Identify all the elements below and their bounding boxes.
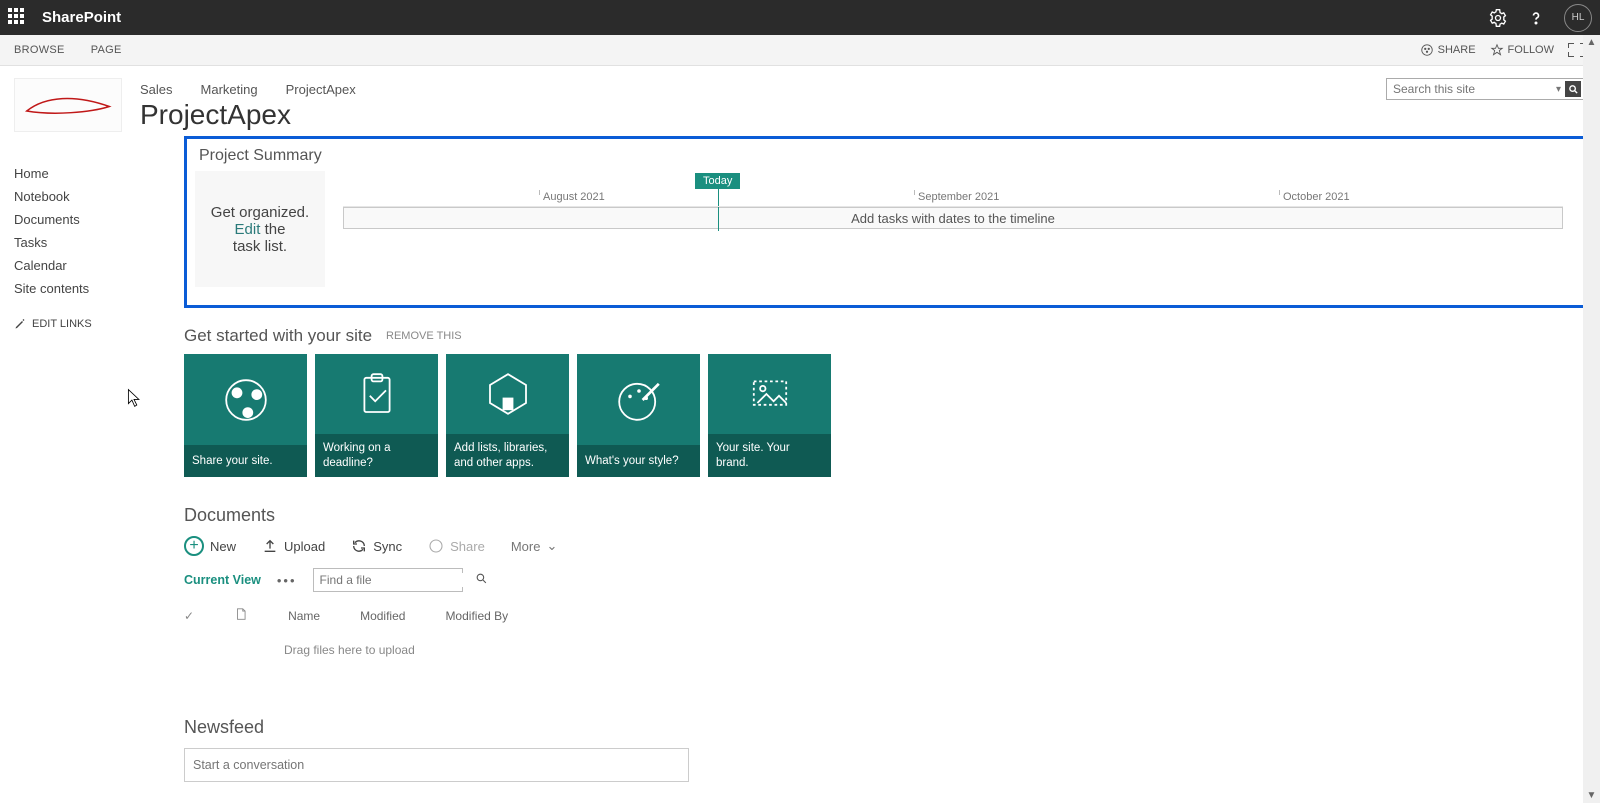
pencil-icon bbox=[14, 318, 26, 330]
plus-circle-icon: + bbox=[184, 536, 204, 556]
upload-icon bbox=[262, 538, 278, 554]
tile-brand[interactable]: Your site. Your brand. bbox=[708, 354, 831, 477]
documents-column-headers: ✓ Name Modified Modified By bbox=[184, 606, 1586, 625]
leftnav-tasks[interactable]: Tasks bbox=[14, 231, 164, 254]
get-started-tiles: Share your site. Working on a deadline? … bbox=[184, 354, 1586, 477]
tile-add-apps[interactable]: Add lists, libraries, and other apps. bbox=[446, 354, 569, 477]
timeline[interactable]: Today August 2021 September 2021 October… bbox=[343, 171, 1563, 287]
tile-deadline[interactable]: Working on a deadline? bbox=[315, 354, 438, 477]
timeline-add-tasks-bar[interactable]: Add tasks with dates to the timeline bbox=[343, 207, 1563, 229]
today-marker: Today bbox=[695, 173, 740, 189]
newsfeed-compose-box[interactable] bbox=[184, 748, 689, 782]
topnav-item-projectapex[interactable]: ProjectApex bbox=[286, 82, 356, 97]
newsfeed-title: Newsfeed bbox=[184, 717, 1586, 738]
month-aug: August 2021 bbox=[543, 191, 605, 203]
remove-get-started-link[interactable]: REMOVE THIS bbox=[386, 330, 462, 342]
site-logo[interactable] bbox=[14, 78, 122, 132]
topnav-item-sales[interactable]: Sales bbox=[140, 82, 173, 97]
topnav-item-marketing[interactable]: Marketing bbox=[201, 82, 258, 97]
hexagon-tile-icon bbox=[446, 354, 569, 434]
share-button[interactable]: Share bbox=[428, 538, 485, 554]
suite-bar: SharePoint HL bbox=[0, 0, 1600, 35]
follow-action[interactable]: FOLLOW bbox=[1490, 43, 1554, 57]
app-launcher-icon[interactable] bbox=[8, 8, 28, 28]
scroll-up-icon[interactable]: ▲ bbox=[1587, 35, 1597, 50]
month-sep: September 2021 bbox=[918, 191, 999, 203]
leftnav-notebook[interactable]: Notebook bbox=[14, 185, 164, 208]
ribbon-tab-page[interactable]: PAGE bbox=[91, 44, 122, 56]
timeline-months: August 2021 September 2021 October 2021 bbox=[343, 191, 1563, 207]
edit-task-list-link[interactable]: Edit bbox=[235, 221, 261, 238]
page-title: ProjectApex bbox=[140, 99, 1368, 131]
chevron-down-icon: ⌄ bbox=[546, 538, 557, 554]
leftnav-home[interactable]: Home bbox=[14, 162, 164, 185]
drag-drop-hint: Drag files here to upload bbox=[284, 643, 1586, 657]
leftnav-documents[interactable]: Documents bbox=[14, 208, 164, 231]
user-avatar[interactable]: HL bbox=[1564, 4, 1592, 32]
upload-button[interactable]: Upload bbox=[262, 538, 325, 554]
ribbon-tab-browse[interactable]: BROWSE bbox=[14, 44, 65, 56]
leftnav-calendar[interactable]: Calendar bbox=[14, 254, 164, 277]
search-box[interactable]: ▾ bbox=[1386, 78, 1586, 100]
share-action[interactable]: SHARE bbox=[1420, 43, 1476, 57]
find-file-input[interactable] bbox=[320, 573, 475, 587]
picture-tile-icon bbox=[708, 354, 831, 434]
tile-share-site[interactable]: Share your site. bbox=[184, 354, 307, 477]
user-initials: HL bbox=[1572, 12, 1585, 23]
tile-style[interactable]: What's your style? bbox=[577, 354, 700, 477]
select-all-checkbox[interactable]: ✓ bbox=[184, 609, 194, 623]
current-view-link[interactable]: Current View bbox=[184, 573, 261, 587]
ribbon: BROWSE PAGE SHARE FOLLOW bbox=[0, 35, 1600, 66]
help-icon[interactable] bbox=[1526, 8, 1546, 28]
left-nav: Home Notebook Documents Tasks Calendar S… bbox=[14, 136, 164, 782]
month-oct: October 2021 bbox=[1283, 191, 1350, 203]
share-tile-icon bbox=[184, 354, 307, 445]
col-name[interactable]: Name bbox=[288, 609, 320, 623]
view-menu-ellipsis-icon[interactable]: ••• bbox=[277, 573, 297, 588]
search-input[interactable] bbox=[1393, 82, 1556, 96]
search-scope-dropdown-icon[interactable]: ▾ bbox=[1556, 84, 1561, 95]
scroll-down-icon[interactable]: ▼ bbox=[1587, 788, 1597, 803]
palette-tile-icon bbox=[577, 354, 700, 445]
more-button[interactable]: More ⌄ bbox=[511, 538, 558, 554]
top-nav: Sales Marketing ProjectApex bbox=[140, 78, 1368, 97]
get-started-title: Get started with your site bbox=[184, 326, 372, 346]
new-button[interactable]: + New bbox=[184, 536, 236, 556]
col-modified-by[interactable]: Modified By bbox=[445, 609, 508, 623]
project-summary-get-organized-panel: Get organized. Edit the task list. bbox=[195, 171, 325, 287]
settings-gear-icon[interactable] bbox=[1488, 8, 1508, 28]
find-file-search-icon[interactable] bbox=[475, 572, 488, 588]
col-modified[interactable]: Modified bbox=[360, 609, 405, 623]
clipboard-tile-icon bbox=[315, 354, 438, 434]
project-summary-webpart: Project Summary Get organized. Edit the … bbox=[184, 136, 1586, 308]
product-name: SharePoint bbox=[42, 9, 121, 26]
documents-title: Documents bbox=[184, 505, 1586, 526]
sync-icon bbox=[351, 538, 367, 554]
leftnav-site-contents[interactable]: Site contents bbox=[14, 277, 164, 300]
find-file-box[interactable] bbox=[313, 568, 463, 592]
vertical-scrollbar[interactable]: ▲ ▼ bbox=[1583, 35, 1600, 803]
share-doc-icon bbox=[428, 538, 444, 554]
edit-links[interactable]: EDIT LINKS bbox=[14, 318, 164, 330]
project-summary-title: Project Summary bbox=[199, 147, 1563, 165]
type-column-icon[interactable] bbox=[234, 606, 248, 625]
sync-button[interactable]: Sync bbox=[351, 538, 402, 554]
newsfeed-input[interactable] bbox=[193, 758, 680, 772]
search-go-icon[interactable] bbox=[1565, 81, 1581, 97]
site-header: Sales Marketing ProjectApex ProjectApex … bbox=[0, 66, 1600, 136]
documents-toolbar: + New Upload Sync Share More ⌄ bbox=[184, 536, 1586, 556]
